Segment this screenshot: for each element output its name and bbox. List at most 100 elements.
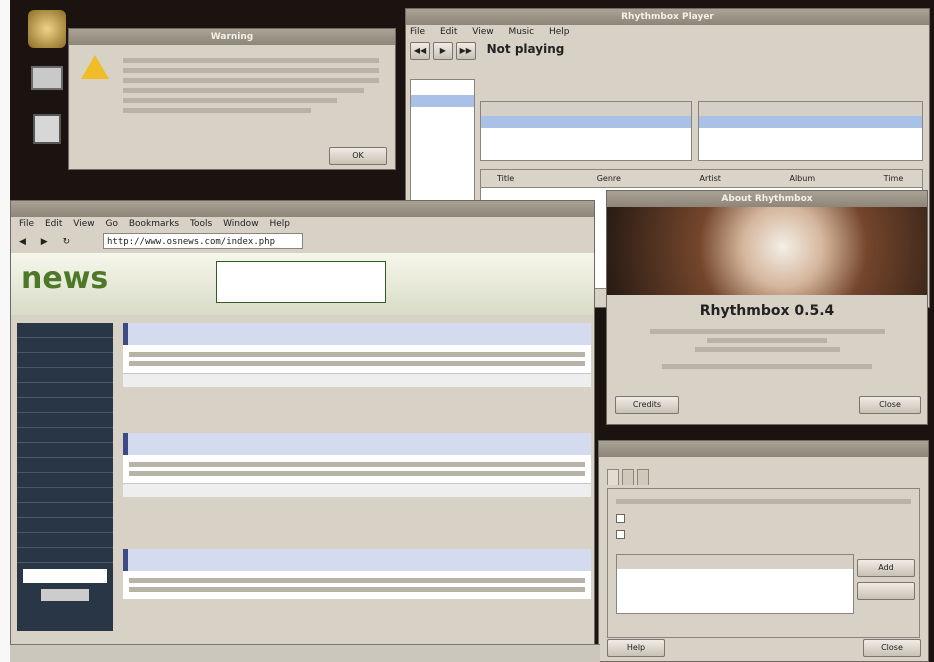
prev-button[interactable]: ◀◀ [410,42,430,60]
article-title[interactable] [123,323,591,345]
osnews-logo[interactable]: news [21,261,108,296]
checkbox-2[interactable] [616,530,625,539]
remove-button[interactable] [857,582,915,600]
menu-view[interactable]: View [472,27,493,37]
sidebar-link[interactable] [17,533,113,548]
genre-header[interactable] [481,102,691,116]
menu-go[interactable]: Go [105,219,117,229]
article-3 [123,549,591,637]
column-time[interactable]: Time [884,174,904,183]
credits-button[interactable]: Credits [615,396,679,414]
site-header: news [11,253,594,315]
sidebar-link[interactable] [17,473,113,488]
warning-message [117,53,385,118]
warning-icon [81,55,109,79]
sidebar-link[interactable] [17,518,113,533]
playing-status: Not playing [486,42,565,56]
sidebar-link[interactable] [17,458,113,473]
menu-help[interactable]: Help [269,219,290,229]
artist-header[interactable] [699,102,922,116]
artist-all[interactable] [699,116,922,128]
article-2 [123,433,591,541]
prefs-close-button[interactable]: Close [863,639,921,657]
article-title[interactable] [123,549,591,571]
header-ad[interactable] [216,261,386,303]
column-album[interactable]: Album [789,174,815,183]
sidebar-link[interactable] [17,443,113,458]
preferences-title [599,441,928,457]
about-app-name: Rhythmbox 0.5.4 [699,303,835,319]
trash-icon[interactable] [33,114,61,144]
article-body [123,455,591,483]
about-close-button[interactable]: Close [859,396,921,414]
sidebar-link[interactable] [17,338,113,353]
article-footer [123,483,591,497]
tab-2[interactable] [621,469,634,485]
ok-button[interactable]: OK [329,147,387,165]
sidebar-link[interactable] [17,488,113,503]
taskbar [10,644,600,662]
sidebar-link[interactable] [17,353,113,368]
transport-toolbar: ◀◀ ▶ ▶▶ Not playing [406,40,929,66]
play-button[interactable]: ▶ [432,42,453,60]
search-field[interactable] [23,569,107,583]
rhythmbox-title: Rhythmbox Player [406,9,929,25]
next-button[interactable]: ▶▶ [455,42,476,60]
menu-tools[interactable]: Tools [190,219,212,229]
article-footer [123,373,591,387]
article-1 [123,323,591,425]
sidebar-link[interactable] [17,548,113,563]
tab-1[interactable] [607,469,619,485]
article-body [123,571,591,599]
sidebar [17,323,113,631]
back-icon[interactable]: ◀ [19,237,26,247]
sidebar-link[interactable] [17,413,113,428]
search-button[interactable] [41,589,89,601]
menu-help[interactable]: Help [549,27,570,37]
rhythmbox-menubar: File Edit View Music Help [406,25,929,40]
add-button[interactable]: Add [857,559,915,577]
about-artwork [607,207,927,295]
about-title: About Rhythmbox [607,191,927,207]
sidebar-link[interactable] [17,323,113,338]
menu-bookmarks[interactable]: Bookmarks [129,219,179,229]
preferences-dialog: Add Help Close [598,440,929,662]
source-radio[interactable] [411,109,474,121]
browser-window: File Edit View Go Bookmarks Tools Window… [10,200,595,660]
warning-dialog: Warning OK [68,28,396,170]
source-library[interactable] [411,95,474,107]
genre-pane[interactable] [480,101,692,161]
warning-title: Warning [69,29,395,45]
column-title[interactable]: Title [497,174,514,183]
computer-icon[interactable] [31,66,63,90]
artist-pane[interactable] [698,101,923,161]
sidebar-link[interactable] [17,503,113,518]
menu-edit[interactable]: Edit [440,27,457,37]
menu-music[interactable]: Music [508,27,534,37]
menu-edit[interactable]: Edit [45,219,62,229]
preferences-list[interactable] [616,554,854,614]
menu-file[interactable]: File [410,27,425,37]
column-genre[interactable]: Genre [597,174,621,183]
article-list [123,323,591,653]
tab-3[interactable] [636,469,649,485]
url-field[interactable]: http://www.osnews.com/index.php [103,233,304,249]
article-title[interactable] [123,433,591,455]
article-body [123,345,591,373]
prefs-help-button[interactable]: Help [607,639,665,657]
reload-icon[interactable]: ↻ [63,237,71,247]
menu-view[interactable]: View [73,219,94,229]
home-icon[interactable] [28,10,66,48]
sidebar-link[interactable] [17,383,113,398]
menu-window[interactable]: Window [223,219,259,229]
menu-file[interactable]: File [19,219,34,229]
sidebar-link[interactable] [17,368,113,383]
forward-icon[interactable]: ▶ [41,237,48,247]
column-artist[interactable]: Artist [699,174,720,183]
genre-all[interactable] [481,116,691,128]
browser-menubar: File Edit View Go Bookmarks Tools Window… [11,217,594,231]
sidebar-link[interactable] [17,428,113,443]
sidebar-link[interactable] [17,398,113,413]
browser-title [11,201,594,217]
checkbox-1[interactable] [616,514,625,523]
